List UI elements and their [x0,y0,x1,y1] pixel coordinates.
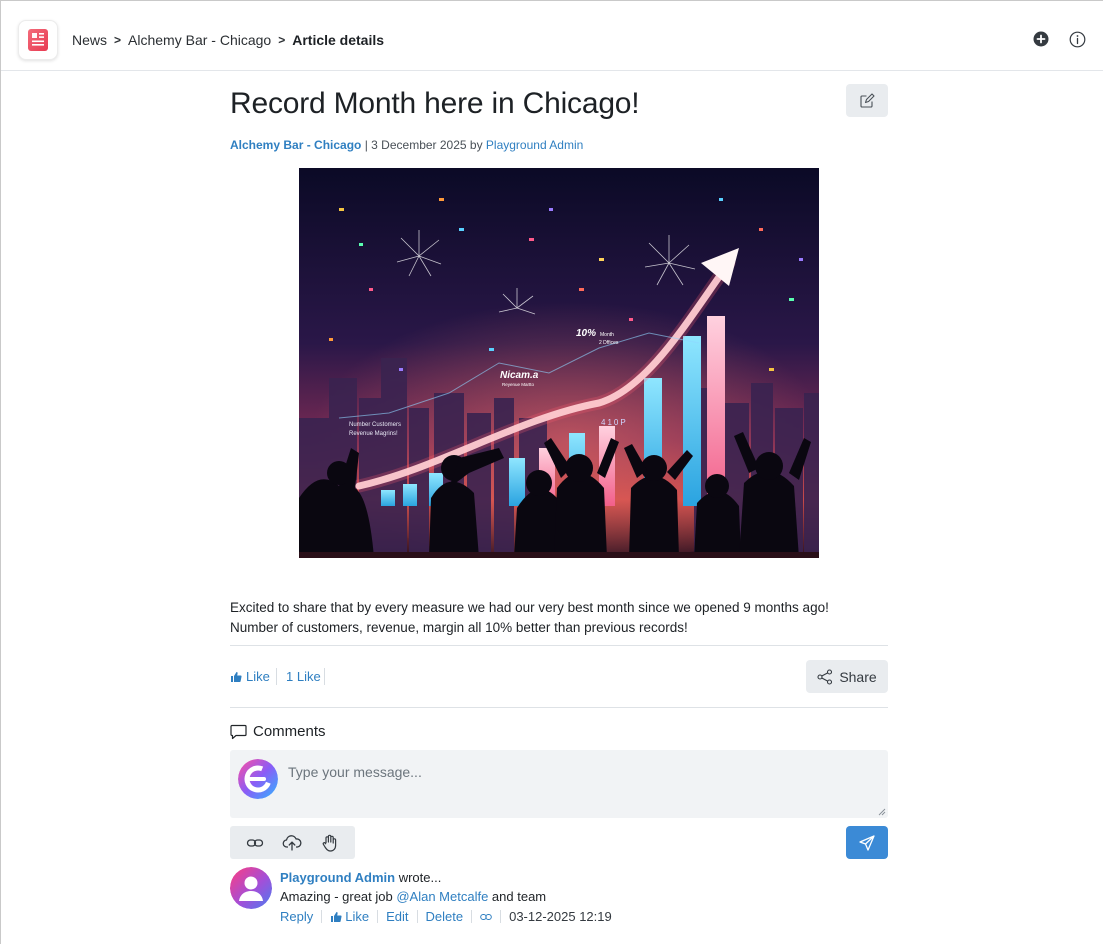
article-body-line: Excited to share that by every measure w… [230,600,829,615]
image-label-brand: Nicam.a [500,370,539,381]
comment-wrote: wrote... [395,870,442,885]
separator [416,910,418,923]
article-date: 3 December 2025 [371,138,467,152]
divider [230,707,888,708]
breadcrumb-location[interactable]: Alchemy Bar - Chicago [128,32,271,48]
location-link[interactable]: Alchemy Bar - Chicago [230,138,361,152]
send-button[interactable] [846,826,888,859]
separator [500,910,502,923]
comment-body: Playground Admin wrote... Amazing - grea… [280,868,612,926]
thumbs-up-icon [331,911,342,922]
send-icon [859,834,875,851]
thumbs-up-icon [231,671,242,682]
comment-compose [230,750,888,818]
image-label-percent: 10% [576,328,596,339]
like-label: Like [246,669,270,684]
comment-input[interactable] [288,764,868,780]
meta-separator: | [361,138,372,152]
edit-button[interactable] [846,84,888,117]
title-row: Record Month here in Chicago! [230,71,888,131]
separator [471,910,473,923]
breadcrumb-current: Article details [292,32,385,48]
comment-toolbar [230,826,355,859]
link-icon[interactable] [243,831,267,855]
share-button[interactable]: Share [806,660,888,693]
separator [321,910,323,923]
breadcrumb: News > Alchemy Bar - Chicago > Article d… [72,32,384,48]
reply-button[interactable]: Reply [280,907,313,926]
top-actions [1032,30,1086,48]
image-label-mid: 410P [601,418,628,427]
comment-timestamp: 03-12-2025 12:19 [509,909,612,924]
article-meta: Alchemy Bar - Chicago | 3 December 2025 … [230,138,583,152]
top-bar: News > Alchemy Bar - Chicago > Article d… [1,1,1103,71]
reaction-row: Like 1 Like Share [230,659,888,693]
comment-text-part: and team [488,889,547,904]
mention-link[interactable]: @Alan Metcalfe [396,889,488,904]
comment-like-button[interactable]: Like [330,907,369,926]
comments-title: Comments [253,723,326,740]
comment-delete-button[interactable]: Delete [426,907,464,926]
article-body: Excited to share that by every measure w… [230,598,829,638]
image-label-percent-sub2: 2 Dffices [599,340,619,346]
commenter-avatar [230,867,272,909]
article-title: Record Month here in Chicago! [230,87,640,120]
separator [324,668,325,685]
comment-actions: Reply Like Edit Delete 03-12-2025 12:19 [280,907,612,926]
author-link[interactable]: Playground Admin [486,138,583,152]
image-legend-1: Number Customers [349,422,401,428]
article-body-line: Number of customers, revenue, margin all… [230,620,688,635]
divider [230,645,888,646]
hand-icon[interactable] [318,831,342,855]
share-label: Share [839,668,877,685]
comment-item: Playground Admin wrote... Amazing - grea… [230,867,888,927]
edit-icon [860,92,875,108]
info-icon[interactable] [1068,30,1086,48]
resize-handle[interactable] [878,808,886,816]
article-image: 10% Month 2 Dffices Nicam.a Reyenue Mart… [299,168,819,558]
news-app-icon[interactable] [18,20,58,60]
comment-icon [230,724,247,739]
comments-heading: Comments [230,723,326,740]
comment-edit-button[interactable]: Edit [386,907,408,926]
app-frame: News > Alchemy Bar - Chicago > Article d… [0,0,1103,944]
comment-like-label: Like [345,909,370,924]
breadcrumb-separator: > [114,33,122,47]
comment-author[interactable]: Playground Admin [280,870,395,885]
comment-text-part: Amazing - great job [280,889,397,904]
current-user-avatar [238,759,278,799]
upload-cloud-icon[interactable] [280,831,304,855]
permalink-icon[interactable] [480,913,492,921]
share-icon [817,668,833,685]
breadcrumb-news[interactable]: News [72,32,107,48]
breadcrumb-separator: > [278,33,286,47]
add-circle-icon[interactable] [1032,30,1050,48]
comment-text: Amazing - great job @Alan Metcalfe and t… [280,887,612,906]
article-content: Record Month here in Chicago! Alchemy Ba… [230,71,888,924]
like-button[interactable]: Like [230,669,270,684]
image-legend-2: Revenue Magrins! [349,431,398,437]
image-label-percent-sub: Month [600,332,614,338]
like-count[interactable]: 1 Like [286,669,321,684]
separator [377,910,379,923]
image-label-brand-sub: Reyenue Martto [502,382,535,387]
separator [276,668,277,685]
meta-by: by [466,138,486,152]
